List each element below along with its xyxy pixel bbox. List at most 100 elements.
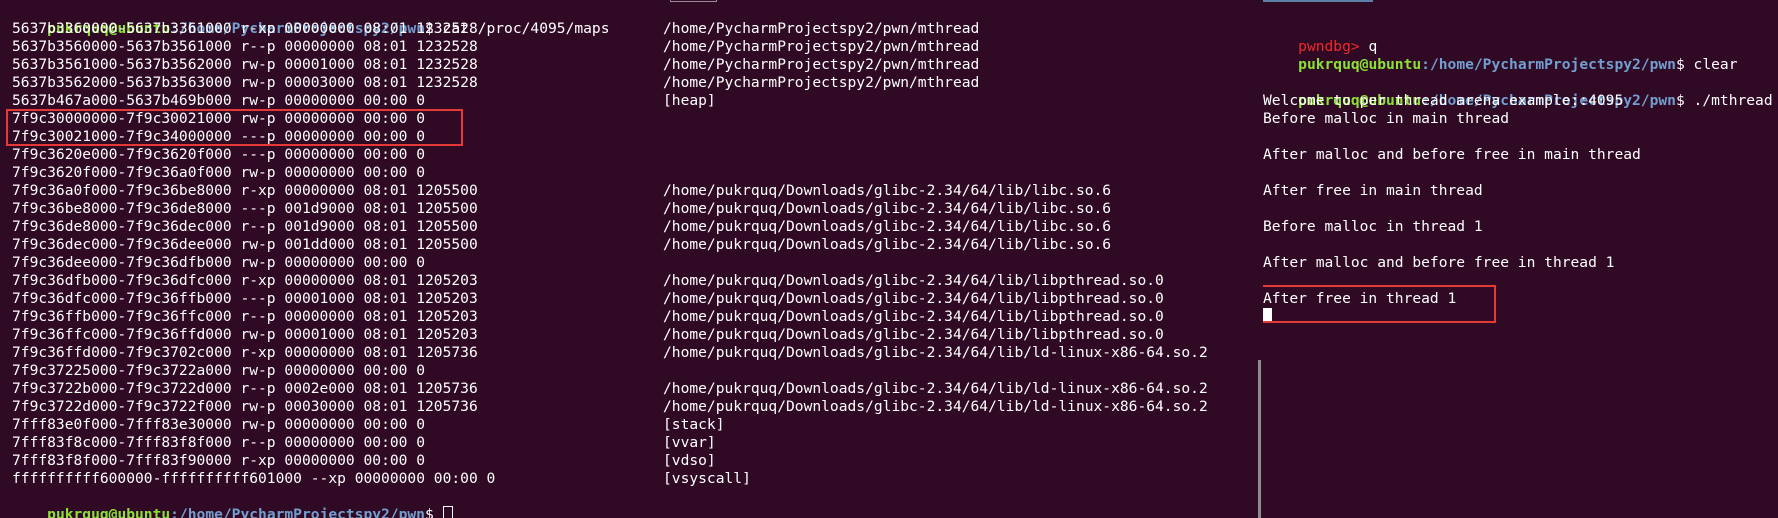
maps-range: 7f9c37225000-7f9c3722a000 [12, 362, 232, 379]
maps-range: 7f9c36ffc000-7f9c36ffd000 [12, 326, 232, 343]
maps-row: 7f9c36ffd000-7f9c3702c000 r-xp 00000000 … [12, 344, 478, 362]
maps-pathname: [vdso] [663, 452, 716, 469]
maps-offset: 00000000 [354, 470, 425, 487]
maps-range: 5637b3561000-5637b3562000 [12, 56, 232, 73]
maps-perms: rw-p [240, 164, 276, 181]
maps-pathname: /home/pukrquq/Downloads/glibc-2.34/64/li… [663, 218, 1112, 235]
maps-perms: rw-p [240, 236, 276, 253]
maps-dev: 00:00 [433, 470, 478, 487]
maps-dev: 08:01 [363, 182, 408, 199]
maps-perms: rw-p [240, 56, 276, 73]
maps-inode: 1232528 [416, 74, 478, 91]
maps-perms: r--p [240, 38, 276, 55]
maps-range: 7f9c3620e000-7f9c3620f000 [12, 146, 232, 163]
maps-range: 5637b3562000-5637b3563000 [12, 74, 232, 91]
maps-perms: r-xp [240, 272, 276, 289]
prompt-path: :/home/PycharmProjectspy2/pwn [170, 506, 425, 518]
maps-dev: 08:01 [363, 308, 408, 325]
maps-row: 7f9c3620e000-7f9c3620f000 ---p 00000000 … [12, 146, 425, 164]
maps-dev: 08:01 [363, 380, 408, 397]
maps-range: 7f9c36ffb000-7f9c36ffc000 [12, 308, 232, 325]
highlight-box-arena-mapping [6, 109, 463, 146]
maps-perms: rw-p [240, 254, 276, 271]
maps-inode: 1205203 [416, 290, 478, 307]
maps-pathname: /home/pukrquq/Downloads/glibc-2.34/64/li… [663, 200, 1112, 217]
prompt-path: :/home/PycharmProjectspy2/pwn [1421, 56, 1676, 73]
maps-offset: 00000000 [284, 272, 355, 289]
maps-row: 7f9c3722d000-7f9c3722f000 rw-p 00030000 … [12, 398, 478, 416]
maps-offset: 00003000 [284, 74, 355, 91]
run-command: $ ./mthread [1675, 92, 1773, 109]
maps-row: 7f9c36dfb000-7f9c36dfc000 r-xp 00000000 … [12, 272, 478, 290]
maps-pathname: /home/PycharmProjectspy2/pwn/mthread [663, 56, 980, 73]
maps-row: 5637b3360000-5637b3361000 r-xp 00000000 … [12, 20, 478, 38]
maps-offset: 00001000 [284, 290, 355, 307]
maps-dev: 08:01 [363, 236, 408, 253]
maps-offset: 00001000 [284, 56, 355, 73]
maps-dev: 08:01 [363, 326, 408, 343]
maps-row: 5637b3561000-5637b3562000 rw-p 00001000 … [12, 56, 478, 74]
maps-dev: 00:00 [363, 92, 408, 109]
left-terminal-pane[interactable]: pukrquq@ubuntu:/home/PycharmProjectspy2/… [0, 0, 1257, 518]
maps-pathname: /home/pukrquq/Downloads/glibc-2.34/64/li… [663, 290, 1164, 307]
prompt-user: pukrquq@ubuntu [1298, 56, 1422, 73]
maps-dev: 00:00 [363, 164, 408, 181]
maps-perms: --xp [310, 470, 346, 487]
text-cursor [442, 506, 453, 518]
maps-offset: 00000000 [284, 362, 355, 379]
right-terminal-pane[interactable]: pwndbg> q pukrquq@ubuntu:/home/PycharmPr… [1263, 0, 1778, 518]
maps-row: 7f9c36dee000-7f9c36dfb000 rw-p 00000000 … [12, 254, 425, 272]
maps-inode: 0 [416, 164, 426, 181]
maps-row: 7f9c3722b000-7f9c3722d000 r--p 0002e000 … [12, 380, 478, 398]
maps-range: 7fff83e0f000-7fff83e30000 [12, 416, 232, 433]
maps-inode: 1205736 [416, 380, 478, 397]
maps-dev: 08:01 [363, 74, 408, 91]
maps-pathname: /home/pukrquq/Downloads/glibc-2.34/64/li… [663, 308, 1164, 325]
maps-dev: 00:00 [363, 362, 408, 379]
maps-range: 5637b3360000-5637b3361000 [12, 20, 232, 37]
maps-offset: 001dd000 [284, 236, 355, 253]
maps-perms: rw-p [240, 398, 276, 415]
maps-inode: 1232528 [416, 56, 478, 73]
maps-dev: 08:01 [363, 344, 408, 361]
clear-command: $ clear [1675, 56, 1738, 73]
maps-pathname: [vsyscall] [663, 470, 751, 487]
maps-inode: 0 [416, 362, 426, 379]
maps-pathname: /home/pukrquq/Downloads/glibc-2.34/64/li… [663, 326, 1164, 343]
maps-range: 7f9c3722b000-7f9c3722d000 [12, 380, 232, 397]
maps-inode: 1205500 [416, 182, 478, 199]
maps-inode: 0 [486, 470, 496, 487]
maps-inode: 0 [416, 416, 426, 433]
maps-range: 7f9c3722d000-7f9c3722f000 [12, 398, 232, 415]
output-line: Before malloc in thread 1 [1263, 218, 1483, 235]
maps-command-line: pukrquq@ubuntu:/home/PycharmProjectspy2/… [12, 2, 609, 37]
maps-offset: 001d9000 [284, 218, 355, 235]
run-command-line: pukrquq@ubuntu:/home/PycharmProjectspy2/… [1263, 74, 1772, 109]
pane-divider-scrollbar[interactable] [1258, 360, 1261, 518]
maps-offset: 00000000 [284, 38, 355, 55]
maps-range: 7f9c36dfc000-7f9c36ffb000 [12, 290, 232, 307]
maps-range: 7f9c36ffd000-7f9c3702c000 [12, 344, 232, 361]
maps-offset: 00000000 [284, 344, 355, 361]
maps-pathname: [heap] [663, 92, 716, 109]
maps-perms: r-xp [240, 182, 276, 199]
maps-row: 7f9c36dec000-7f9c36dee000 rw-p 001dd000 … [12, 236, 478, 254]
maps-range: 7f9c36dec000-7f9c36dee000 [12, 236, 232, 253]
maps-offset: 00000000 [284, 452, 355, 469]
maps-row: 7f9c36a0f000-7f9c36be8000 r-xp 00000000 … [12, 182, 478, 200]
maps-inode: 1205203 [416, 308, 478, 325]
maps-range: 7f9c36be8000-7f9c36de8000 [12, 200, 232, 217]
maps-perms: r--p [240, 434, 276, 451]
maps-dev: 08:01 [363, 290, 408, 307]
maps-pathname: /home/PycharmProjectspy2/pwn/mthread [663, 20, 980, 37]
maps-perms: r-xp [240, 20, 276, 37]
maps-offset: 00001000 [284, 326, 355, 343]
maps-dev: 08:01 [363, 272, 408, 289]
output-line: Before malloc in main thread [1263, 110, 1510, 127]
maps-inode: 0 [416, 434, 426, 451]
maps-dev: 08:01 [363, 218, 408, 235]
maps-inode: 1205203 [416, 326, 478, 343]
maps-range: 5637b3560000-5637b3561000 [12, 38, 232, 55]
maps-range: 7f9c3620f000-7f9c36a0f000 [12, 164, 232, 181]
maps-dev: 08:01 [363, 200, 408, 217]
